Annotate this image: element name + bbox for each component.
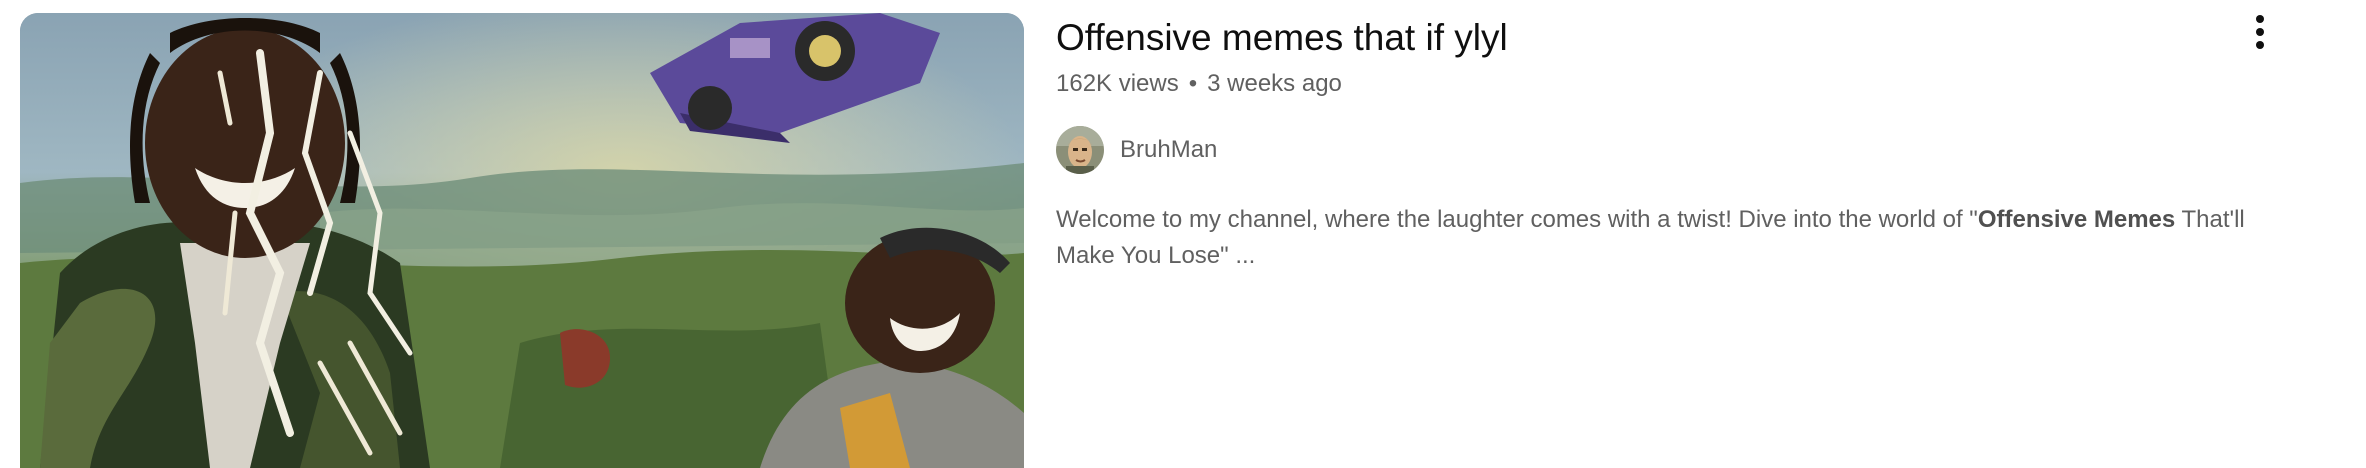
channel-avatar[interactable]: [1056, 126, 1104, 174]
video-description: Welcome to my channel, where the laughte…: [1056, 202, 2276, 274]
description-highlight: Offensive Memes: [1977, 206, 2176, 233]
description-text: Welcome to my channel, where the laughte…: [1056, 206, 1978, 233]
more-vert-icon: [2256, 15, 2264, 23]
more-vert-icon: [2256, 28, 2264, 36]
metadata-separator: •: [1188, 70, 1198, 97]
video-metadata: 162K views • 3 weeks ago: [1056, 68, 1342, 100]
more-vert-icon: [2256, 41, 2264, 49]
upload-age: 3 weeks ago: [1207, 70, 1342, 97]
thumbnail-image: [20, 13, 1024, 468]
video-thumbnail[interactable]: [20, 13, 1024, 468]
video-result: Offensive memes that if ylyl 162K views •…: [0, 0, 2366, 468]
more-actions-button[interactable]: [2236, 8, 2284, 56]
channel-name[interactable]: BruhMan: [1120, 134, 1217, 166]
view-count: 162K views: [1056, 70, 1179, 97]
channel-link[interactable]: BruhMan: [1056, 126, 1217, 174]
video-title[interactable]: Offensive memes that if ylyl: [1056, 14, 1508, 62]
